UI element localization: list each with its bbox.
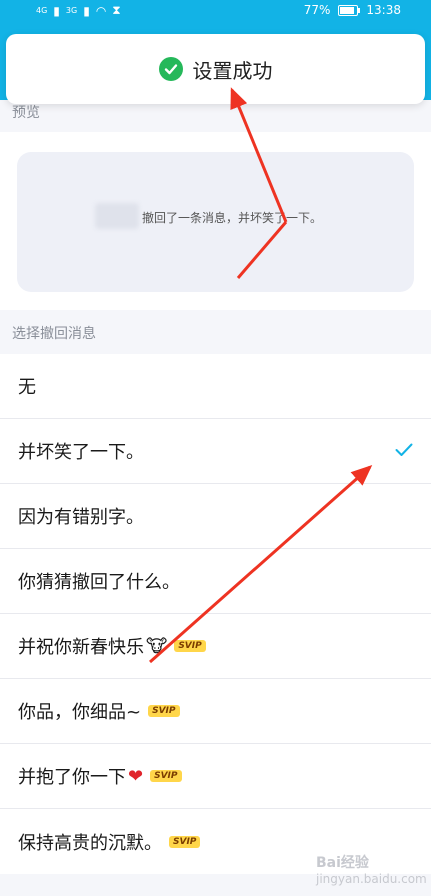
- list-item[interactable]: 你猜猜撤回了什么。: [0, 549, 431, 614]
- signal-bars-icon: ▮: [83, 3, 90, 18]
- list-item[interactable]: 因为有错别字。: [0, 484, 431, 549]
- preview-message: 撤回了一条消息，并坏笑了一下。: [142, 211, 323, 225]
- option-label: 并祝你新春快乐: [18, 637, 144, 658]
- checkmark-icon: [395, 441, 413, 462]
- list-item[interactable]: 并抱了你一下 ❤ SVIP: [0, 744, 431, 809]
- option-label: 你猜猜撤回了什么。: [18, 572, 180, 593]
- option-label: 无: [18, 377, 36, 398]
- battery-percent: 77%: [303, 3, 331, 17]
- success-toast: 设置成功: [6, 34, 425, 104]
- clock: 13:38: [366, 3, 401, 17]
- toast-message: 设置成功: [192, 58, 273, 83]
- list-item[interactable]: 你品，你细品~ SVIP: [0, 679, 431, 744]
- option-label: 并抱了你一下: [18, 767, 126, 788]
- preview-bubble: 撤回了一条消息，并坏笑了一下。: [17, 152, 414, 292]
- blurred-username: [95, 203, 139, 229]
- status-bar: 4G ▮ 3G ▮ ◠ ⧗ 77% 13:38: [0, 0, 431, 22]
- list-item[interactable]: 无: [0, 354, 431, 419]
- option-label: 并坏笑了一下。: [18, 442, 144, 463]
- battery-icon: [338, 4, 361, 16]
- recall-section-label: 选择撤回消息: [12, 326, 96, 342]
- heart-emoji-icon: ❤: [128, 765, 144, 787]
- preview-section-label: 预览: [12, 105, 40, 121]
- recall-options-list: 无 并坏笑了一下。 因为有错别字。 你猜猜撤回了什么。 并祝你新春快乐 🐮 SV…: [0, 354, 431, 874]
- list-item[interactable]: 并坏笑了一下。: [0, 419, 431, 484]
- watermark-logo-text: Bai经验: [316, 855, 369, 871]
- wifi-icon: ◠: [95, 3, 107, 18]
- svip-badge: SVIP: [148, 705, 180, 717]
- svip-badge: SVIP: [174, 640, 206, 652]
- option-label: 因为有错别字。: [18, 507, 144, 528]
- check-circle-icon: [158, 57, 183, 81]
- signal-3g-label: 3G: [65, 5, 78, 15]
- watermark-url: jingyan.baidu.com: [316, 872, 427, 886]
- list-item[interactable]: 并祝你新春快乐 🐮 SVIP: [0, 614, 431, 679]
- signal-bars-icon: ▮: [53, 3, 60, 18]
- signal-4g-label: 4G: [36, 5, 48, 15]
- baidu-watermark: Bai经验 jingyan.baidu.com: [316, 852, 427, 886]
- svip-badge: SVIP: [150, 770, 182, 782]
- svip-badge: SVIP: [169, 835, 201, 848]
- option-label: 你品，你细品~: [18, 702, 142, 723]
- cow-emoji-icon: 🐮: [146, 635, 168, 657]
- preview-panel: 撤回了一条消息，并坏笑了一下。: [0, 132, 431, 310]
- hourglass-icon: ⧗: [112, 3, 121, 17]
- option-label: 保持高贵的沉默。: [18, 832, 162, 854]
